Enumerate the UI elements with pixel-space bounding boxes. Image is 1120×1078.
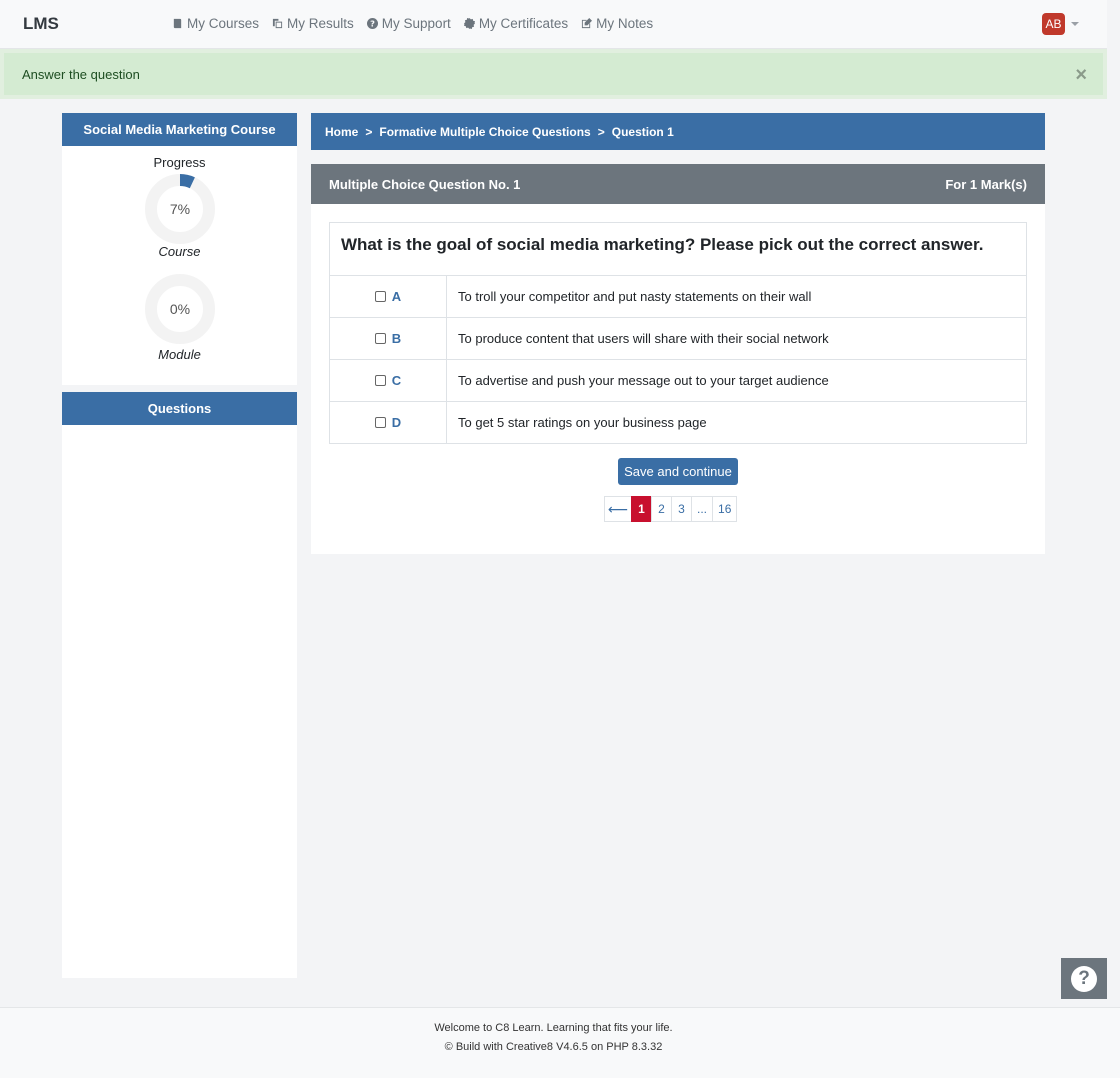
option-row-d[interactable]: D To get 5 star ratings on your business… [329,401,1027,444]
brand-logo[interactable]: LMS [23,14,59,34]
nav-menu: My Courses My Results ? My Support My Ce… [172,16,653,31]
option-c-checkbox-label[interactable]: C [374,372,402,388]
option-text: To advertise and push your message out t… [446,359,1027,402]
question-circle-icon: ? [366,18,378,29]
help-button[interactable]: ? [1061,958,1107,999]
nav-item-my-notes[interactable]: My Notes [581,16,653,31]
page-link-3[interactable]: 3 [671,496,692,522]
pagination: ⟵ 1 2 3 ... 16 [604,496,738,522]
module-progress-value: 0% [169,301,191,317]
option-letter: D [391,414,402,430]
nav-item-label: My Courses [187,16,260,31]
breadcrumb-formative-mcq[interactable]: Formative Multiple Choice Questions [379,125,590,139]
option-letter: C [391,372,402,388]
breadcrumb-separator: > [597,124,605,139]
question-text: What is the goal of social media marketi… [341,235,984,254]
option-row-b[interactable]: B To produce content that users will sha… [329,317,1027,360]
breadcrumb-home[interactable]: Home [325,125,358,139]
certificate-icon [463,18,475,29]
sidebar: Social Media Marketing Course Progress 7… [62,113,297,978]
close-icon[interactable]: × [1075,65,1087,85]
course-progress-value: 7% [169,201,191,217]
footer: Welcome to C8 Learn. Learning that fits … [0,1007,1120,1078]
nav-item-my-support[interactable]: ? My Support [366,16,451,31]
nav-item-my-certificates[interactable]: My Certificates [463,16,569,31]
top-navbar: LMS My Courses My Results ? My Support M… [0,0,1107,49]
option-d-checkbox-label[interactable]: D [374,414,402,430]
nav-item-my-results[interactable]: My Results [272,16,354,31]
nav-item-label: My Results [287,16,354,31]
question-card: Multiple Choice Question No. 1 For 1 Mar… [311,164,1045,554]
option-c-checkbox[interactable] [374,374,386,386]
question-mark-icon: ? [1071,965,1097,992]
sidebar-divider [62,385,297,392]
nav-item-label: My Support [381,16,451,31]
module-progress-caption: Module [158,347,201,362]
option-text: To troll your competitor and put nasty s… [446,275,1027,318]
alert-message: Answer the question [22,67,140,82]
breadcrumb-current: Question 1 [611,124,674,139]
option-a-checkbox[interactable] [374,290,386,302]
book-icon [173,18,182,29]
page-link-16[interactable]: 16 [712,496,738,522]
option-text: To produce content that users will share… [446,317,1027,360]
copy-icon [272,18,283,29]
option-a-checkbox-label[interactable]: A [374,288,402,304]
nav-item-label: My Notes [596,16,654,31]
course-progress-caption: Course [158,244,201,259]
save-and-continue-button[interactable]: Save and continue [618,458,738,485]
page-link-1[interactable]: 1 [631,496,652,522]
option-letter: A [391,288,402,304]
breadcrumb: Home > Formative Multiple Choice Questio… [311,113,1045,150]
nav-item-label: My Certificates [478,16,569,31]
svg-text:?: ? [370,19,375,29]
module-progress-ring: 0% [144,273,216,345]
breadcrumb-separator: > [365,124,373,139]
page-ellipsis: ... [691,496,714,522]
option-row-a[interactable]: A To troll your competitor and put nasty… [329,275,1027,318]
answer-options: A To troll your competitor and put nasty… [329,275,1027,444]
question-number: Multiple Choice Question No. 1 [329,176,521,192]
user-avatar[interactable]: AB [1042,13,1065,35]
alert-banner: Answer the question × [0,49,1107,99]
option-b-checkbox-label[interactable]: B [374,330,402,346]
questions-header: Questions [62,392,297,425]
question-card-header: Multiple Choice Question No. 1 For 1 Mar… [311,164,1045,204]
question-marks: For 1 Mark(s) [945,176,1027,192]
footer-welcome-text: Welcome to C8 Learn. Learning that fits … [434,1022,673,1034]
footer-build-text: © Build with Creative8 V4.6.5 on PHP 8.3… [444,1041,663,1053]
pagination-prev-arrow-icon[interactable]: ⟵ [604,496,632,522]
option-letter: B [391,330,402,346]
question-box: What is the goal of social media marketi… [329,222,1027,276]
course-title: Social Media Marketing Course [62,113,297,146]
page-link-2[interactable]: 2 [651,496,672,522]
progress-label: Progress [153,155,206,170]
nav-item-my-courses[interactable]: My Courses [172,16,259,31]
option-b-checkbox[interactable] [374,332,386,344]
chevron-down-icon[interactable] [1071,22,1079,26]
course-progress-ring: 7% [144,173,216,245]
option-text: To get 5 star ratings on your business p… [446,401,1027,444]
option-d-checkbox[interactable] [374,416,386,428]
option-row-c[interactable]: C To advertise and push your message out… [329,359,1027,402]
edit-icon [582,18,593,29]
